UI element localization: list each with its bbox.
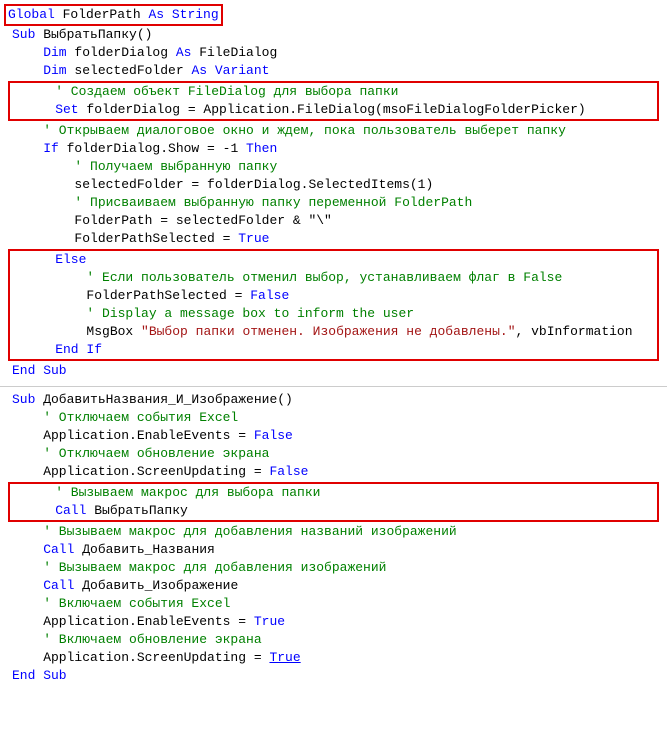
keyword-false: False <box>254 428 293 443</box>
code-view: Global FolderPath As String Sub ВыбратьП… <box>0 4 667 685</box>
keyword-true: True <box>254 614 285 629</box>
code-line: MsgBox "Выбор папки отменен. Изображения… <box>12 323 655 341</box>
comment-line: ' Вызываем макрос для выбора папки <box>12 484 655 502</box>
keyword-endsub: End Sub <box>12 668 67 683</box>
keyword-call: Call <box>12 542 74 557</box>
code-line: FolderPathSelected = True <box>0 230 667 248</box>
keyword-call: Call <box>24 503 86 518</box>
code-line: FolderPath = selectedFolder & "\" <box>0 212 667 230</box>
code-line: Sub ДобавитьНазвания_И_Изображение() <box>0 391 667 409</box>
comment-line: ' Display a message box to inform the us… <box>12 305 655 323</box>
code-text: selectedFolder <box>67 63 192 78</box>
code-text: FolderPath <box>55 7 149 22</box>
code-text: ВыбратьПапку <box>86 503 187 518</box>
keyword-else: Else <box>24 252 86 267</box>
keyword-set: Set <box>24 102 79 117</box>
comment-line: ' Включаем обновление экрана <box>0 631 667 649</box>
comment-line: ' Открываем диалоговое окно и ждем, пока… <box>0 122 667 140</box>
code-text: FileDialog <box>191 45 277 60</box>
code-line: Dim selectedFolder As Variant <box>0 62 667 80</box>
code-line: Call ВыбратьПапку <box>12 502 655 520</box>
keyword-endif: End If <box>24 342 102 357</box>
highlight-box-2: ' Создаем объект FileDialog для выбора п… <box>8 81 659 121</box>
keyword-false: False <box>250 288 289 303</box>
keyword-true: True <box>269 650 300 665</box>
code-text: Application.EnableEvents = <box>12 428 254 443</box>
code-text: FolderPathSelected = <box>12 231 238 246</box>
code-text: Добавить_Названия <box>74 542 214 557</box>
code-text: folderDialog <box>67 45 176 60</box>
keyword-sub: Sub <box>12 392 35 407</box>
string-literal: "Выбор папки отменен. Изображения не доб… <box>141 324 515 339</box>
code-text: FolderPathSelected = <box>24 288 250 303</box>
highlight-box-4: ' Вызываем макрос для выбора папки Call … <box>8 482 659 522</box>
keyword-sub: Sub <box>12 27 35 42</box>
comment-line: ' Отключаем события Excel <box>0 409 667 427</box>
code-text: folderDialog.Show = -1 <box>59 141 246 156</box>
comment-line: ' Вызываем макрос для добавления названи… <box>0 523 667 541</box>
comment-line: ' Получаем выбранную папку <box>0 158 667 176</box>
keyword-if: If <box>12 141 59 156</box>
keyword-false: False <box>269 464 308 479</box>
sub-name: ВыбратьПапку() <box>35 27 152 42</box>
comment-line: ' Отключаем обновление экрана <box>0 445 667 463</box>
keyword-as-variant: As Variant <box>191 63 269 78</box>
code-text: Application.EnableEvents = <box>12 614 254 629</box>
highlight-box-3: Else ' Если пользователь отменил выбор, … <box>8 249 659 361</box>
code-text: Application.ScreenUpdating = <box>12 650 269 665</box>
code-line: Application.ScreenUpdating = False <box>0 463 667 481</box>
code-line: FolderPathSelected = False <box>12 287 655 305</box>
code-line: Set folderDialog = Application.FileDialo… <box>12 101 655 119</box>
code-text: Добавить_Изображение <box>74 578 238 593</box>
keyword-then: Then <box>246 141 277 156</box>
keyword-endsub: End Sub <box>12 363 67 378</box>
comment-line: ' Если пользователь отменил выбор, устан… <box>12 269 655 287</box>
code-line: Else <box>12 251 655 269</box>
keyword-true: True <box>238 231 269 246</box>
comment-line: ' Вызываем макрос для добавления изображ… <box>0 559 667 577</box>
sub-name: ДобавитьНазвания_И_Изображение() <box>35 392 292 407</box>
code-line: Application.EnableEvents = False <box>0 427 667 445</box>
code-line: Sub ВыбратьПапку() <box>0 26 667 44</box>
code-line: Call Добавить_Изображение <box>0 577 667 595</box>
keyword-as: As <box>148 7 171 22</box>
code-line: Application.ScreenUpdating = True <box>0 649 667 667</box>
code-line: If folderDialog.Show = -1 Then <box>0 140 667 158</box>
code-line: Dim folderDialog As FileDialog <box>0 44 667 62</box>
code-line: Call Добавить_Названия <box>0 541 667 559</box>
keyword-as: As <box>176 45 192 60</box>
code-text: , vbInformation <box>516 324 633 339</box>
code-line: Application.EnableEvents = True <box>0 613 667 631</box>
keyword-string: String <box>172 7 219 22</box>
comment-line: ' Включаем события Excel <box>0 595 667 613</box>
keyword-global: Global <box>8 7 55 22</box>
code-line: selectedFolder = folderDialog.SelectedIt… <box>0 176 667 194</box>
comment-line: ' Создаем объект FileDialog для выбора п… <box>12 83 655 101</box>
divider <box>0 386 667 387</box>
highlight-box-1: Global FolderPath As String <box>4 4 223 26</box>
keyword-dim: Dim <box>12 45 67 60</box>
code-line: End Sub <box>0 362 667 380</box>
code-line: End If <box>12 341 655 359</box>
code-text: folderDialog = Application.FileDialog(ms… <box>79 102 586 117</box>
comment-line: ' Присваиваем выбранную папку переменной… <box>0 194 667 212</box>
keyword-dim: Dim <box>12 63 67 78</box>
code-text: MsgBox <box>24 324 141 339</box>
code-text: Application.ScreenUpdating = <box>12 464 269 479</box>
keyword-call: Call <box>12 578 74 593</box>
code-line: End Sub <box>0 667 667 685</box>
